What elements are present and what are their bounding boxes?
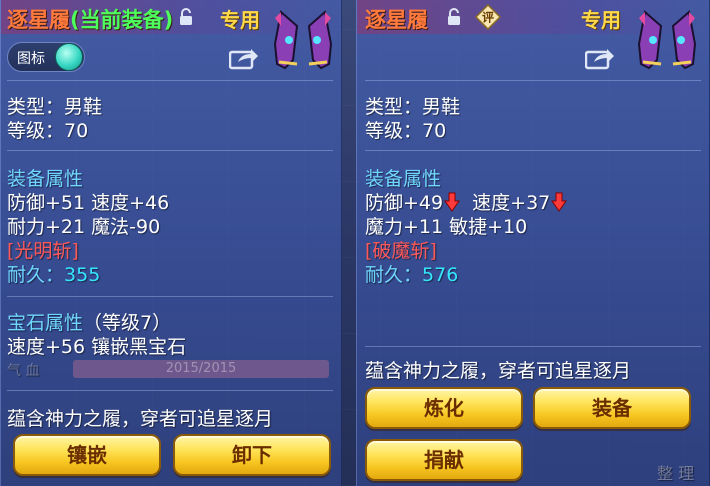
item-name: 逐星履 xyxy=(365,8,428,32)
refine-button[interactable]: 炼化 xyxy=(365,387,523,429)
gem-attr-title: 宝石属性 xyxy=(7,312,84,334)
durability-value: 355 xyxy=(64,264,101,286)
current-equipment-panel: 逐星履(当前装备) 专用 图标 类型：男鞋 等级：70 装备属性 防御+51 速… xyxy=(0,0,342,486)
divider xyxy=(365,80,701,81)
durability-line: 耐久：576 xyxy=(365,264,459,286)
faint-sort-label: 整 理 xyxy=(657,464,695,483)
share-icon[interactable] xyxy=(584,46,615,70)
durability-value: 576 xyxy=(422,264,459,286)
type-line: 类型：男鞋 xyxy=(7,96,103,118)
exclusive-badge: 专用 xyxy=(581,8,621,32)
item-description: 蕴含神力之履，穿者可追星逐月 xyxy=(7,408,274,430)
toggle-knob xyxy=(55,43,83,71)
exclusive-badge: 专用 xyxy=(220,8,260,32)
equipped-tag: (当前装备) xyxy=(70,8,174,32)
down-arrow-icon xyxy=(444,192,461,212)
attr-line-1: 防御+51 速度+46 xyxy=(7,192,170,214)
attr-defense: 防御+49 xyxy=(365,192,444,214)
equip-attr-title: 装备属性 xyxy=(365,168,442,190)
inlay-button[interactable]: 镶嵌 xyxy=(13,434,161,476)
shoe-item-icon xyxy=(267,4,339,76)
divider xyxy=(365,150,701,151)
durability-line: 耐久：355 xyxy=(7,264,101,286)
divider xyxy=(7,296,333,297)
faint-hp-bar: 2015/2015 xyxy=(73,360,329,378)
item-description: 蕴含神力之履，穿者可追星逐月 xyxy=(365,360,632,382)
gem-level: （等级7） xyxy=(83,312,172,334)
gem-line: 速度+56 镶嵌黑宝石 xyxy=(7,336,187,358)
divider xyxy=(7,150,333,151)
down-arrow-icon xyxy=(551,192,568,212)
icon-toggle-label: 图标 xyxy=(17,51,45,67)
special-skill: [光明斩] xyxy=(7,240,79,262)
eval-icon[interactable]: 评 xyxy=(474,3,502,31)
attr-line-1: 防御+49 速度+37 xyxy=(365,188,568,215)
lock-open-icon[interactable] xyxy=(177,8,195,26)
donate-button[interactable]: 捐献 xyxy=(365,439,523,481)
gem-attr-line: 宝石属性（等级7） xyxy=(7,308,171,335)
svg-text:评: 评 xyxy=(482,11,494,25)
unequip-button[interactable]: 卸下 xyxy=(173,434,331,476)
attr-speed: 速度+37 xyxy=(472,192,551,214)
equip-button[interactable]: 装备 xyxy=(533,387,691,429)
divider xyxy=(365,346,701,347)
type-line: 类型：男鞋 xyxy=(365,96,461,118)
item-name: 逐星履(当前装备) xyxy=(7,8,174,32)
faint-hp-label: 气 血 xyxy=(7,363,40,379)
special-skill: [破魔斩] xyxy=(365,240,437,262)
attr-line-2: 耐力+21 魔法-90 xyxy=(7,216,161,238)
equip-attr-title: 装备属性 xyxy=(7,168,84,190)
shoe-item-icon xyxy=(631,4,703,76)
item-detail-panel: 逐星履 专用 类型：男鞋 等级：70 装备属性 防御+49 速度+37 魔力+1… xyxy=(356,0,710,486)
attr-line-2: 魔力+11 敏捷+10 xyxy=(365,216,528,238)
level-line: 等级：70 xyxy=(7,120,89,142)
divider xyxy=(7,80,333,81)
icon-toggle[interactable]: 图标 xyxy=(7,42,85,72)
lock-open-icon[interactable] xyxy=(445,8,463,26)
level-line: 等级：70 xyxy=(365,120,447,142)
share-icon[interactable] xyxy=(228,46,259,70)
divider xyxy=(7,390,333,391)
